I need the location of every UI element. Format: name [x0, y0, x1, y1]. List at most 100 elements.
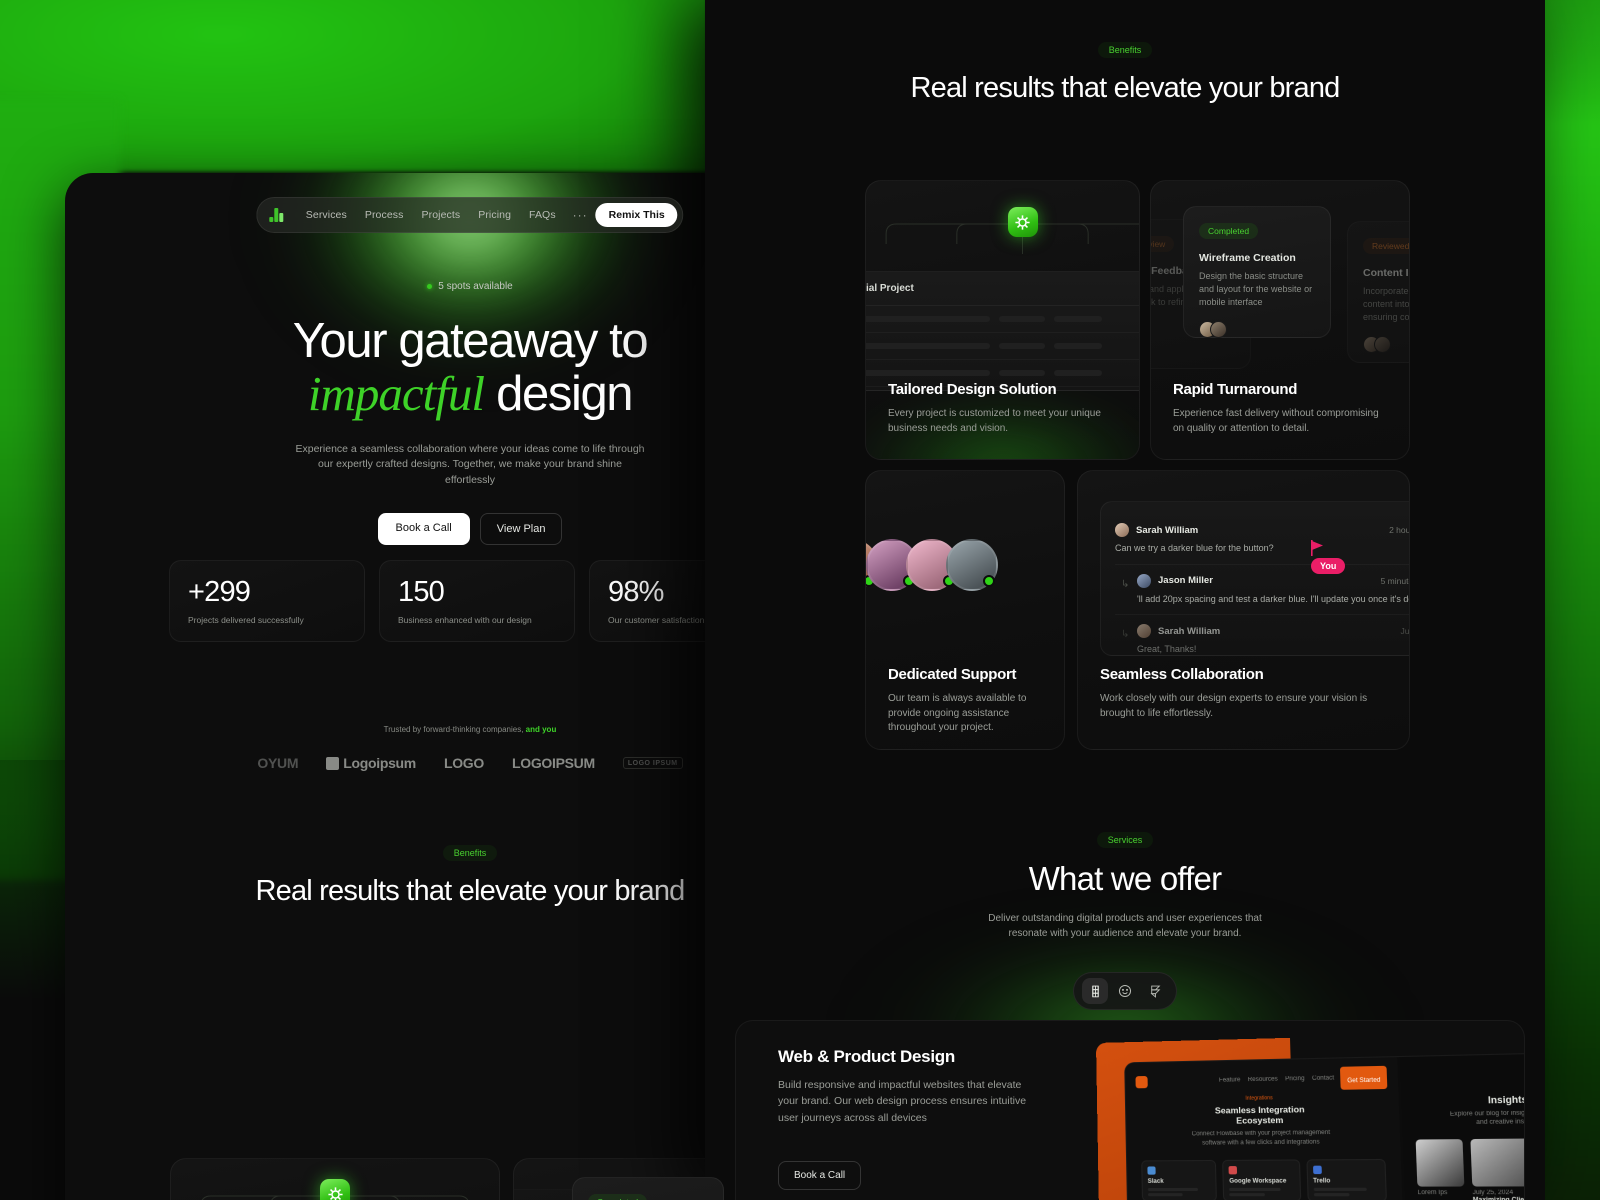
- trusted-highlight: and you: [523, 725, 557, 734]
- project-tree-graphic: [876, 207, 1139, 267]
- stat-value: +299: [188, 575, 251, 608]
- project-mock-header: Initial Project: [865, 272, 1139, 306]
- logo-bars-icon[interactable]: [269, 208, 283, 222]
- mockup-heading: Insights & Inspiration: [1487, 1093, 1525, 1106]
- benefit-card-description: Work closely with our design experts to …: [1100, 693, 1368, 719]
- benefits-heading-left: Benefits Real results that elevate your …: [170, 843, 770, 908]
- hero-title-line1: Your gateaway to: [292, 314, 649, 368]
- benefit-card-seamless-collaboration[interactable]: Sarah William 2 hours ago Can we try a d…: [1077, 470, 1410, 750]
- task-card-wireframe-creation[interactable]: Completed Wireframe Creation Design the …: [572, 1177, 724, 1200]
- mockup-cta-button: Get Started: [1340, 1065, 1388, 1090]
- project-mock-row: [866, 333, 1139, 360]
- project-mock-card: Initial Project: [865, 271, 1139, 391]
- nav-link-pricing[interactable]: Pricing: [469, 205, 520, 225]
- avatar: [1115, 523, 1129, 537]
- integration-icon: [1228, 1166, 1238, 1175]
- chat-timestamp: 2 hours ago: [1389, 525, 1410, 535]
- client-logo: LOGO: [443, 755, 484, 771]
- project-mock-title: Initial Project: [865, 283, 914, 294]
- benefit-card-text: Dedicated Support Our team is always ava…: [888, 666, 1042, 736]
- view-plan-button[interactable]: View Plan: [479, 513, 563, 546]
- service-card-web-product-design[interactable]: Web & Product Design Build responsive an…: [735, 1020, 1525, 1200]
- task-title: Content Integration: [1363, 267, 1409, 279]
- task-badge: Completed: [588, 1194, 648, 1200]
- nav-link-faqs[interactable]: FAQs: [520, 205, 565, 225]
- section-pill-services: Services: [1096, 832, 1154, 848]
- hero-subtitle: Experience a seamless collaboration wher…: [295, 442, 645, 486]
- chat-text: Can we try a darker blue for the button?: [1115, 543, 1274, 553]
- chat-message: ↳ Jason Miller 5 minutes ago 'll add 20p…: [1115, 565, 1409, 616]
- integration-icon: [1147, 1166, 1156, 1175]
- benefit-card-title: Dedicated Support: [888, 666, 1017, 683]
- avatar: [1137, 624, 1151, 639]
- stat-label: Projects delivered successfully: [188, 615, 304, 626]
- service-card-description: Build responsive and impactful websites …: [778, 1079, 1027, 1124]
- benefit-card-tailored-design[interactable]: Initial Project: [170, 1158, 500, 1200]
- stat-card: +299 Projects delivered successfully: [169, 560, 365, 642]
- client-logo: LOGO IPSUM: [622, 757, 683, 769]
- support-avatar-group: [866, 539, 998, 591]
- section-title-benefits: Real results that elevate your brand: [910, 72, 1340, 104]
- online-dot-icon: [983, 575, 995, 587]
- nav-link-services[interactable]: Services: [297, 205, 356, 225]
- project-node-icon: [320, 1179, 350, 1200]
- chat-timestamp: Just now: [1400, 626, 1410, 637]
- mockup-logo-icon: [1135, 1075, 1148, 1089]
- service-card-title: Web & Product Design: [778, 1047, 955, 1066]
- framer-icon[interactable]: [1142, 978, 1168, 1004]
- right-page-panel: Benefits Real results that elevate your …: [705, 0, 1545, 1200]
- mockup-nav-link: Contact: [1311, 1075, 1335, 1082]
- mockup-nav-link: Pricing: [1285, 1075, 1305, 1083]
- mockup-post: Lorem Ips: [1415, 1139, 1466, 1200]
- task-card-ghost-right: Reviewed Content Integration Incorporate…: [1347, 221, 1410, 363]
- trusted-text: Trusted by forward-thinking companies,: [383, 725, 524, 734]
- nav-link-process[interactable]: Process: [356, 205, 413, 225]
- task-card-wireframe-creation[interactable]: Completed Wireframe Creation Design the …: [1183, 206, 1331, 339]
- mockup-subtext: Explore our blog for insights on design …: [1449, 1109, 1525, 1127]
- benefit-card-text: Rapid Turnaround Experience fast deliver…: [1173, 381, 1387, 436]
- integration-icon: [1312, 1165, 1322, 1175]
- benefit-card-tailored-design[interactable]: Initial Project Tailored Design Solution…: [865, 180, 1140, 460]
- remix-this-button[interactable]: Remix This: [595, 203, 678, 227]
- avatar: [946, 539, 998, 591]
- stat-card: 150 Business enhanced with our design: [379, 560, 575, 642]
- client-logo-wrap: Logoipsum: [326, 755, 416, 771]
- logo-mark-icon: [326, 756, 340, 770]
- hero-title-emphasis: impactful: [307, 365, 485, 421]
- chat-author: Jason Miller: [1158, 575, 1213, 587]
- task-badge: Completed: [1199, 223, 1259, 239]
- section-title-benefits: Real results that elevate your brand: [255, 875, 685, 907]
- book-a-call-button[interactable]: Book a Call: [377, 513, 470, 546]
- chat-message-header: Sarah William 2 hours ago: [1115, 523, 1410, 537]
- nav-overflow-icon[interactable]: ···: [565, 209, 596, 221]
- task-avatar-group: [1363, 336, 1409, 354]
- book-a-call-button[interactable]: Book a Call: [778, 1161, 862, 1190]
- chat-author: Sarah William: [1136, 524, 1199, 536]
- smiley-icon[interactable]: [1112, 978, 1138, 1004]
- services-heading: Services What we offer Deliver outstandi…: [705, 830, 1545, 941]
- flag-icon: [1311, 540, 1323, 556]
- mockup-nav-link: Feature: [1218, 1077, 1241, 1084]
- section-pill-benefits: Benefits: [442, 845, 498, 861]
- chat-message: Sarah William 2 hours ago Can we try a d…: [1115, 514, 1410, 574]
- spots-available-label: 5 spots available: [438, 281, 513, 292]
- mockup-eyebrow: Integrations: [1245, 1095, 1273, 1102]
- stat-label: Business enhanced with our design: [398, 615, 532, 626]
- benefit-card-dedicated-support[interactable]: Dedicated Support Our team is always ava…: [865, 470, 1065, 750]
- mockup-integration-item: Trello: [1306, 1158, 1387, 1200]
- reply-arrow-icon: ↳: [1121, 578, 1130, 590]
- status-dot-icon: [427, 284, 433, 289]
- project-mock-row: [866, 306, 1139, 333]
- reply-arrow-icon: ↳: [1121, 629, 1130, 641]
- task-title: Wireframe Creation: [1199, 252, 1296, 264]
- benefit-card-description: Experience fast delivery without comprom…: [1173, 408, 1379, 434]
- benefit-card-title: Seamless Collaboration: [1100, 666, 1264, 683]
- mockup-browser-frame: Feature Resources Pricing Contact Get St…: [1124, 1049, 1525, 1200]
- mockup-post: July 25, 2024 Maximizing Client Manageme…: [1470, 1138, 1524, 1200]
- benefit-card-rapid-turnaround[interactable]: In Review Client Feedback Collect and ap…: [1150, 180, 1410, 460]
- task-description: Incorporate the actual content into the …: [1363, 286, 1410, 323]
- nav-link-projects[interactable]: Projects: [412, 205, 469, 225]
- benefit-card-title: Rapid Turnaround: [1173, 381, 1298, 398]
- hero-title-tail: design: [483, 366, 633, 421]
- figma-icon[interactable]: [1082, 978, 1108, 1004]
